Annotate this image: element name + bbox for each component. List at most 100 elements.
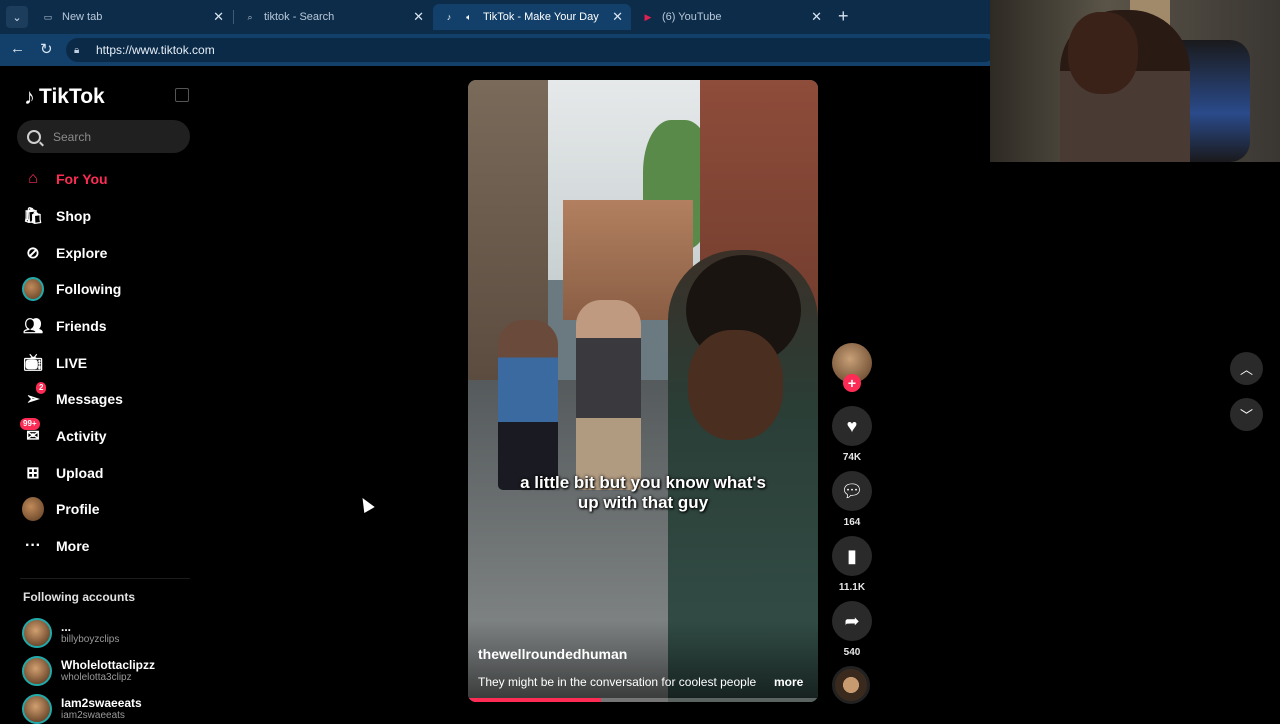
sidebar-divider <box>20 578 190 579</box>
search-placeholder: Search <box>53 129 92 144</box>
sidebar-item-label: Profile <box>56 501 100 517</box>
sidebar-item-shop[interactable]: 🛍︎ Shop <box>22 205 91 227</box>
sidebar-item-live[interactable]: 📺︎ LIVE <box>22 352 87 374</box>
sidebar-item-label: Shop <box>56 208 91 224</box>
sidebar-item-label: For You <box>56 171 108 187</box>
tab-label: New tab <box>62 11 103 23</box>
bookmark-icon[interactable]: ▮ <box>832 536 872 576</box>
progress-fill <box>468 698 601 702</box>
close-icon[interactable]: ✕ <box>413 9 424 25</box>
account-handle: wholelotta3clipz <box>61 672 132 683</box>
sidebar-item-label: More <box>56 538 90 554</box>
sidebar-item-messages[interactable]: ➢ 2 Messages <box>22 382 123 410</box>
tiktok-icon: ♪ <box>446 12 452 22</box>
comment-icon[interactable]: 💬︎ <box>832 471 872 511</box>
url-text: https://www.tiktok.com <box>96 43 215 57</box>
tab-tiktok-search[interactable]: ⌕ tiktok - Search ✕ <box>234 4 432 30</box>
tab-label: tiktok - Search <box>264 11 335 23</box>
refresh-icon[interactable]: ↻ <box>40 40 53 58</box>
tab-list-dropdown-icon[interactable]: ⌄ <box>6 6 28 28</box>
sidebar-item-label: LIVE <box>56 355 88 371</box>
sidebar-item-friends[interactable]: 👥︎ Friends <box>22 315 107 337</box>
webcam-overlay <box>990 0 1280 162</box>
sidebar-item-profile[interactable]: Profile <box>22 497 100 521</box>
following-account[interactable]: Wholelottaclipzz wholelotta3clipz <box>22 656 155 686</box>
search-input[interactable]: Search <box>17 120 190 153</box>
profile-avatar <box>22 497 44 521</box>
search-icon: ⌕ <box>247 11 253 22</box>
tiktok-logo[interactable]: ♪ TikTok <box>24 84 105 110</box>
page-icon: ▭ <box>43 11 53 22</box>
tab-label: TikTok - Make Your Day <box>483 11 599 23</box>
save-count: 11.1K <box>838 582 866 593</box>
share-arrow-icon[interactable]: ➦ <box>832 601 872 641</box>
mouse-cursor-icon <box>357 494 375 514</box>
url-field[interactable]: 🔒︎ https://www.tiktok.com <box>66 38 996 62</box>
sidebar-item-label: Following <box>56 281 122 297</box>
paper-plane-icon: ➢ 2 <box>22 382 47 410</box>
music-disc-icon[interactable] <box>832 666 870 704</box>
close-icon[interactable]: ✕ <box>612 9 623 25</box>
search-icon <box>27 129 41 144</box>
video-username[interactable]: thewellroundedhuman <box>478 646 627 662</box>
account-name: ... <box>61 620 72 634</box>
tiktok-sidebar: ♪ TikTok Search ⌂ For You 🛍︎ Shop ⊘ Expl… <box>4 66 204 724</box>
activity-badge: 99+ <box>20 418 40 430</box>
new-tab-plus-icon[interactable]: + <box>838 6 849 27</box>
video-description: They might be in the conversation for co… <box>478 675 757 689</box>
video-scene-person <box>576 300 641 490</box>
chevron-down-icon[interactable]: ﹀ <box>1230 398 1263 431</box>
tab-label: (6) YouTube <box>662 11 722 23</box>
video-scene-person <box>498 320 558 490</box>
like-count: 74K <box>842 452 862 463</box>
sidebar-item-upload[interactable]: ⊞ Upload <box>22 462 103 484</box>
lock-icon: 🔒︎ <box>74 44 80 56</box>
youtube-icon: ▶ <box>644 11 652 22</box>
live-tv-icon: 📺︎ <box>22 355 44 372</box>
tab-youtube[interactable]: ▶ (6) YouTube ✕ <box>632 4 830 30</box>
close-icon[interactable]: ✕ <box>811 9 822 25</box>
account-handle: billyboyzclips <box>61 634 120 645</box>
sidebar-item-label: Explore <box>56 245 108 261</box>
speaker-icon[interactable]: 🔈︎ <box>463 11 475 23</box>
sidebar-item-explore[interactable]: ⊘ Explore <box>22 242 107 264</box>
like-heart-icon[interactable]: ♥ <box>832 406 872 446</box>
sidebar-item-following[interactable]: Following <box>22 277 122 301</box>
following-account[interactable]: ... billyboyzclips <box>22 618 119 648</box>
friends-icon: 👥︎ <box>22 318 44 335</box>
video-scene-face <box>688 330 783 440</box>
sidebar-item-label: Upload <box>56 465 104 481</box>
logo-text: TikTok <box>39 85 105 108</box>
notification-icon: ✉︎ 99+ <box>20 418 44 447</box>
webcam-scene <box>1068 12 1138 94</box>
plus-square-icon: ⊞ <box>26 465 40 482</box>
chevron-up-icon[interactable]: ︿ <box>1230 352 1263 385</box>
shopping-bag-icon: 🛍︎ <box>22 208 44 225</box>
compass-icon: ⊘ <box>26 245 40 262</box>
home-icon: ⌂ <box>28 170 38 187</box>
close-icon[interactable]: ✕ <box>213 9 224 25</box>
following-accounts-title: Following accounts <box>23 590 136 604</box>
following-avatar <box>22 277 44 301</box>
collapse-sidebar-icon[interactable] <box>175 88 189 102</box>
tab-new-tab[interactable]: ▭ New tab ✕ <box>32 4 232 30</box>
tiktok-note-icon: ♪ <box>24 84 35 109</box>
ellipsis-icon: ··· <box>25 537 41 554</box>
share-count: 540 <box>843 647 861 658</box>
avatar <box>22 618 52 648</box>
video-player[interactable]: a little bit but you know what's up with… <box>468 80 818 702</box>
tab-tiktok[interactable]: ♪ 🔈︎ TikTok - Make Your Day ✕ <box>433 4 631 30</box>
sidebar-item-activity[interactable]: ✉︎ 99+ Activity <box>20 418 107 447</box>
sidebar-item-for-you[interactable]: ⌂ For You <box>22 168 108 190</box>
more-button[interactable]: more <box>774 675 803 689</box>
sidebar-item-label: Friends <box>56 318 107 334</box>
back-arrow-icon[interactable]: ← <box>10 40 25 57</box>
account-name: Iam2swaeeats <box>61 696 142 710</box>
sidebar-item-label: Messages <box>56 391 123 407</box>
follow-plus-icon[interactable]: + <box>843 374 861 392</box>
avatar <box>22 656 52 686</box>
account-name: Wholelottaclipzz <box>61 658 155 672</box>
video-progress-bar[interactable] <box>468 698 818 702</box>
video-subtitle: up with that guy <box>577 493 709 512</box>
sidebar-item-more[interactable]: ··· More <box>22 535 89 557</box>
